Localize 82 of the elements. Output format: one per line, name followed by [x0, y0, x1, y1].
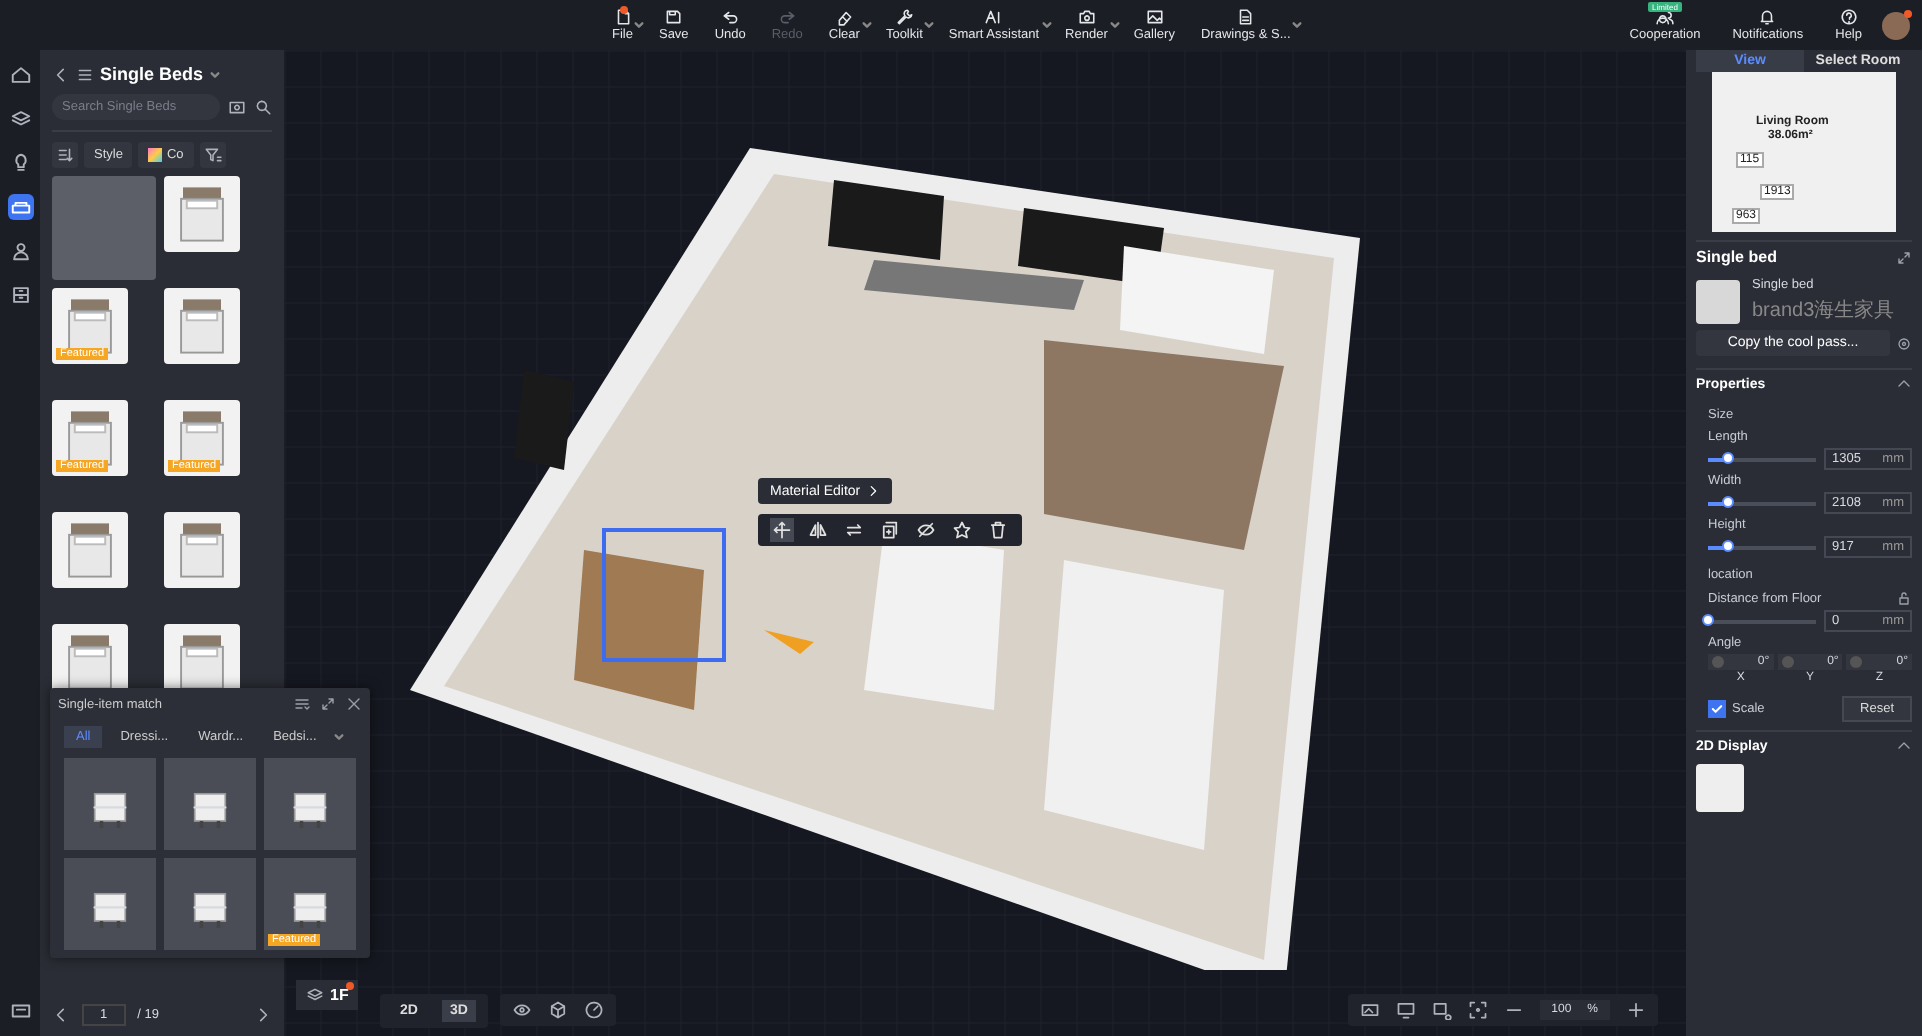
caret-icon: [1041, 20, 1052, 30]
collapse-icon[interactable]: [1896, 376, 1912, 392]
picture-icon: [1145, 8, 1164, 26]
gauge-icon[interactable]: [583, 1000, 604, 1020]
caret-icon: [634, 20, 645, 30]
expand-icon[interactable]: [1896, 249, 1912, 265]
slider-thumb[interactable]: [1702, 613, 1714, 625]
screen-icon[interactable]: [1395, 1000, 1416, 1020]
product-thumbnail[interactable]: [164, 758, 256, 850]
wrench-icon: [895, 8, 914, 26]
hide-icon[interactable]: [914, 518, 938, 542]
house-icon[interactable]: [7, 62, 33, 88]
people-icon: [1656, 8, 1674, 26]
caret-icon: [861, 20, 872, 30]
product-thumbnail[interactable]: [164, 858, 256, 950]
search-icon[interactable]: [254, 98, 272, 116]
undo-icon: [721, 8, 740, 26]
product-thumbnail: [1696, 279, 1740, 323]
file-icon: [613, 8, 632, 26]
product-thumbnail[interactable]: [164, 176, 240, 252]
document-icon: [1236, 8, 1255, 26]
avatar[interactable]: [1882, 11, 1910, 39]
move-icon[interactable]: [770, 518, 794, 542]
previous-icon[interactable]: [52, 1005, 70, 1023]
floor-button[interactable]: 1F: [296, 980, 359, 1010]
assistant-icon: [984, 8, 1003, 26]
lock-icon[interactable]: [1896, 590, 1912, 606]
expand-icon[interactable]: [320, 696, 336, 712]
caret-icon: [1292, 20, 1303, 30]
redo-icon: [778, 8, 797, 26]
slider-thumb[interactable]: [1721, 451, 1734, 463]
panel-title: Single bed: [1696, 248, 1777, 266]
list-icon: [76, 65, 94, 83]
layers-icon: [306, 986, 324, 1004]
eraser-icon: [835, 8, 854, 26]
product-thumbnail[interactable]: [52, 176, 156, 280]
camera-icon: [1077, 8, 1096, 26]
caret-icon: [209, 69, 220, 79]
save-icon: [664, 8, 683, 26]
chevron-icon: [866, 484, 881, 498]
eye-icon[interactable]: [511, 1000, 532, 1020]
category-title[interactable]: Single Beds: [100, 64, 204, 84]
cabinet-icon[interactable]: [7, 282, 33, 308]
swap-icon[interactable]: [842, 518, 866, 542]
caret-icon: [1109, 20, 1120, 30]
slider-thumb[interactable]: [1721, 539, 1734, 551]
color-swatch-icon: [148, 148, 163, 162]
filter-icon[interactable]: [199, 142, 226, 168]
help-icon: [1839, 8, 1858, 26]
star-icon[interactable]: [950, 518, 974, 542]
mirror-icon[interactable]: [806, 518, 830, 542]
slider-thumb[interactable]: [1721, 495, 1734, 507]
back-icon[interactable]: [52, 65, 70, 83]
camera-icon[interactable]: [228, 98, 246, 116]
product-thumbnail[interactable]: [64, 758, 156, 850]
gear-icon[interactable]: [1896, 335, 1912, 351]
screen-gear-icon[interactable]: [1431, 1000, 1452, 1020]
sofa-icon[interactable]: [7, 194, 33, 220]
next-icon[interactable]: [254, 1005, 272, 1023]
product-thumbnail[interactable]: [164, 512, 240, 588]
caret-icon[interactable]: [334, 732, 345, 742]
scale-checkbox[interactable]: [1708, 700, 1726, 718]
sort-icon[interactable]: [52, 142, 78, 168]
product-thumbnail[interactable]: [64, 858, 156, 950]
product-thumbnail[interactable]: [264, 758, 356, 850]
trash-icon[interactable]: [986, 518, 1010, 542]
image-icon[interactable]: [1359, 1000, 1380, 1020]
zoom-in-icon[interactable]: [1626, 1000, 1646, 1020]
product-brand: brand3海生家具: [1752, 297, 1895, 324]
collapse-icon[interactable]: [1896, 738, 1912, 754]
bell-icon: [1758, 8, 1777, 26]
copy-icon[interactable]: [878, 518, 902, 542]
caret-icon: [924, 20, 935, 30]
bed-plan-thumbnail[interactable]: [1696, 764, 1744, 812]
cube-icon[interactable]: [547, 1000, 568, 1020]
close-icon[interactable]: [346, 696, 362, 712]
notification-dot: [620, 6, 629, 14]
list-icon[interactable]: [294, 696, 310, 712]
product-thumbnail[interactable]: [52, 512, 128, 588]
product-thumbnail[interactable]: [164, 288, 240, 364]
focus-icon[interactable]: [1467, 1000, 1488, 1020]
person-icon[interactable]: [7, 238, 33, 264]
